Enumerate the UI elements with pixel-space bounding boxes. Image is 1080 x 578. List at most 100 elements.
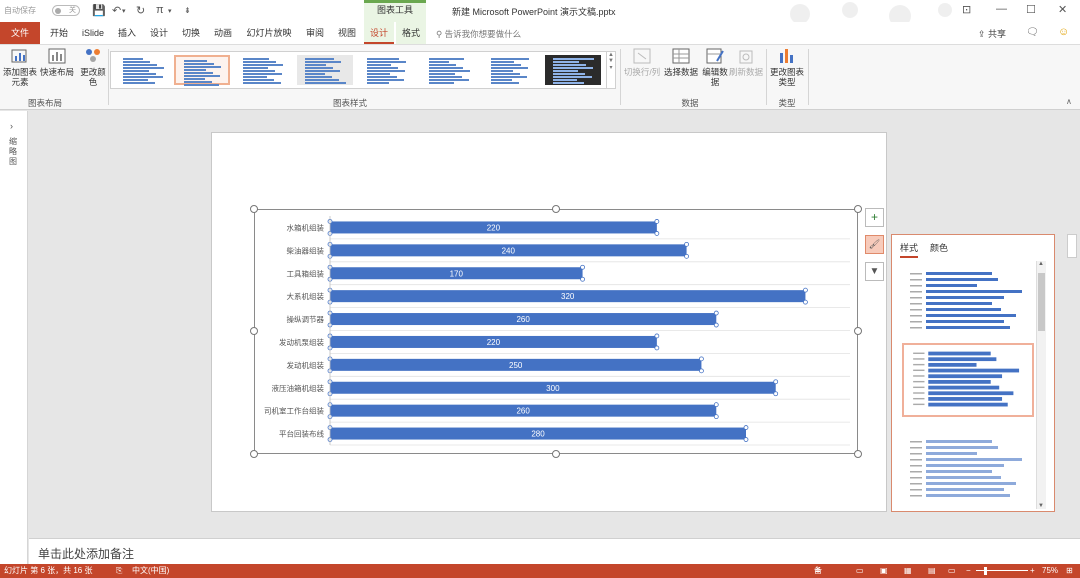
- resize-handle-tl[interactable]: [250, 205, 258, 213]
- pane-style-2[interactable]: [902, 343, 1034, 417]
- pane-style-1[interactable]: [902, 265, 1034, 339]
- chart-style-1[interactable]: [115, 55, 171, 85]
- tab-islide[interactable]: iSlide: [78, 22, 108, 44]
- undo-dropdown-icon[interactable]: ▾: [122, 7, 126, 15]
- bar-selection-handle[interactable]: [713, 402, 719, 408]
- bar-selection-handle[interactable]: [684, 253, 689, 259]
- zoom-in-icon[interactable]: +: [1030, 564, 1035, 578]
- edit-data-button[interactable]: 编辑数据: [700, 47, 730, 87]
- bar-selection-handle[interactable]: [699, 368, 704, 374]
- slideshow-view-icon[interactable]: ▭: [948, 564, 956, 578]
- collapse-ribbon-icon[interactable]: ∧: [1066, 97, 1072, 106]
- bar-selection-handle[interactable]: [580, 276, 585, 282]
- tab-home[interactable]: 开始: [46, 22, 72, 44]
- chart-style-2[interactable]: [174, 55, 230, 86]
- pi-icon[interactable]: π: [156, 4, 164, 16]
- redo-icon[interactable]: ↻: [136, 4, 145, 17]
- bar-selection-handle[interactable]: [654, 219, 660, 224]
- resize-handle-l[interactable]: [250, 327, 258, 335]
- zoom-slider-thumb[interactable]: [984, 567, 987, 575]
- close-icon[interactable]: ✕: [1058, 3, 1067, 16]
- bar-selection-handle[interactable]: [743, 437, 749, 442]
- tab-design[interactable]: 设计: [146, 22, 172, 44]
- tab-transitions[interactable]: 切换: [178, 22, 204, 44]
- bar-selection-handle[interactable]: [773, 391, 779, 397]
- pi-dropdown-icon[interactable]: ▾: [168, 7, 172, 15]
- resize-handle-bl[interactable]: [250, 450, 258, 458]
- tab-slideshow[interactable]: 幻灯片放映: [242, 22, 296, 44]
- bar-selection-handle[interactable]: [684, 241, 689, 247]
- bar-selection-handle[interactable]: [654, 333, 660, 339]
- resize-handle-r[interactable]: [854, 327, 862, 335]
- zoom-level[interactable]: 75%: [1042, 564, 1058, 578]
- fit-slide-icon[interactable]: ⊞: [1066, 564, 1073, 578]
- select-data-button[interactable]: 选择数据: [662, 47, 700, 77]
- change-chart-type-button[interactable]: 更改图表类型: [768, 47, 806, 87]
- tab-animations[interactable]: 动画: [210, 22, 236, 44]
- bar-selection-handle[interactable]: [713, 322, 719, 328]
- bar-selection-handle[interactable]: [654, 345, 660, 351]
- bar-selection-handle[interactable]: [713, 310, 719, 316]
- tab-view[interactable]: 视图: [334, 22, 360, 44]
- chart-filters-button[interactable]: ▼: [865, 262, 884, 281]
- tab-chart-format[interactable]: 格式: [396, 22, 426, 44]
- minimize-icon[interactable]: —: [996, 3, 1007, 15]
- notes-pane[interactable]: 单击此处添加备注: [29, 538, 1080, 564]
- resize-handle-t[interactable]: [552, 205, 560, 213]
- add-chart-element-button[interactable]: 添加图表元素: [2, 47, 38, 87]
- bar-selection-handle[interactable]: [803, 299, 808, 305]
- chart-style-6[interactable]: [421, 55, 477, 85]
- resize-handle-br[interactable]: [854, 450, 862, 458]
- bar-selection-handle[interactable]: [713, 414, 719, 420]
- tell-me-search[interactable]: ⚲ 告诉我你想要做什么: [436, 28, 521, 40]
- expand-thumbnails-icon[interactable]: ›: [10, 121, 13, 131]
- bar-selection-handle[interactable]: [803, 287, 808, 293]
- chart-style-5[interactable]: [359, 55, 415, 85]
- comments-icon[interactable]: 🗨: [1026, 27, 1039, 38]
- resize-handle-b[interactable]: [552, 450, 560, 458]
- tab-insert[interactable]: 插入: [114, 22, 140, 44]
- tab-review[interactable]: 审阅: [302, 22, 328, 44]
- save-icon[interactable]: 💾: [92, 4, 106, 17]
- bar-selection-handle[interactable]: [743, 425, 749, 430]
- share-button[interactable]: ⇪ 共享: [978, 27, 1006, 40]
- zoom-out-icon[interactable]: −: [966, 564, 971, 578]
- chart-style-8[interactable]: [545, 55, 601, 85]
- smiley-feedback-icon[interactable]: ☺: [1058, 26, 1069, 38]
- chart-style-3[interactable]: [235, 55, 291, 85]
- resize-handle-tr[interactable]: [854, 205, 862, 213]
- scroll-thumb[interactable]: [1038, 273, 1045, 331]
- chart-style-7[interactable]: [483, 55, 539, 85]
- tab-style[interactable]: 样式: [900, 241, 919, 258]
- language-indicator[interactable]: 中文(中国): [132, 564, 169, 578]
- undo-icon[interactable]: ↶: [112, 4, 121, 17]
- quick-layout-button[interactable]: 快速布局: [40, 47, 74, 77]
- chart-styles-gallery[interactable]: ▲ ▼ ▾: [110, 51, 616, 89]
- scroll-up-icon[interactable]: ▲: [1038, 261, 1044, 267]
- sorter-view-icon[interactable]: ▦: [904, 564, 912, 578]
- gallery-scroll[interactable]: ▲ ▼ ▾: [606, 52, 615, 88]
- change-colors-button[interactable]: 更改颜色: [80, 47, 106, 87]
- tab-file[interactable]: 文件: [0, 22, 40, 44]
- bar-chart[interactable]: 水箱机组装 220 柴油器组装 240 工具箱组装 170 大系机组装 320 操纵调节器 260…: [254, 209, 858, 454]
- tab-color[interactable]: 颜色: [930, 241, 948, 254]
- comments-status-icon[interactable]: ▭: [856, 564, 864, 578]
- normal-view-icon[interactable]: ▣: [880, 564, 888, 578]
- autosave-toggle[interactable]: 关: [52, 5, 80, 16]
- ribbon-display-icon[interactable]: ⊡: [962, 3, 971, 16]
- maximize-icon[interactable]: ☐: [1026, 3, 1036, 16]
- editor-scroll-thumb[interactable]: [1067, 234, 1077, 258]
- pane-scrollbar[interactable]: ▲ ▼: [1036, 261, 1046, 509]
- bar-selection-handle[interactable]: [580, 264, 585, 270]
- chart-elements-button[interactable]: +: [865, 208, 884, 227]
- chart-styles-button[interactable]: 🖌: [865, 235, 884, 254]
- switch-row-column-button[interactable]: 切换行/列: [622, 47, 662, 77]
- tab-chart-design[interactable]: 设计: [364, 22, 394, 44]
- reading-view-icon[interactable]: ▤: [928, 564, 936, 578]
- bar-selection-handle[interactable]: [654, 231, 660, 236]
- scroll-down-icon[interactable]: ▼: [1038, 503, 1044, 509]
- bar-selection-handle[interactable]: [773, 379, 779, 385]
- pane-style-3[interactable]: [902, 433, 1034, 507]
- chart-style-4[interactable]: [297, 55, 353, 85]
- bar-selection-handle[interactable]: [699, 356, 704, 362]
